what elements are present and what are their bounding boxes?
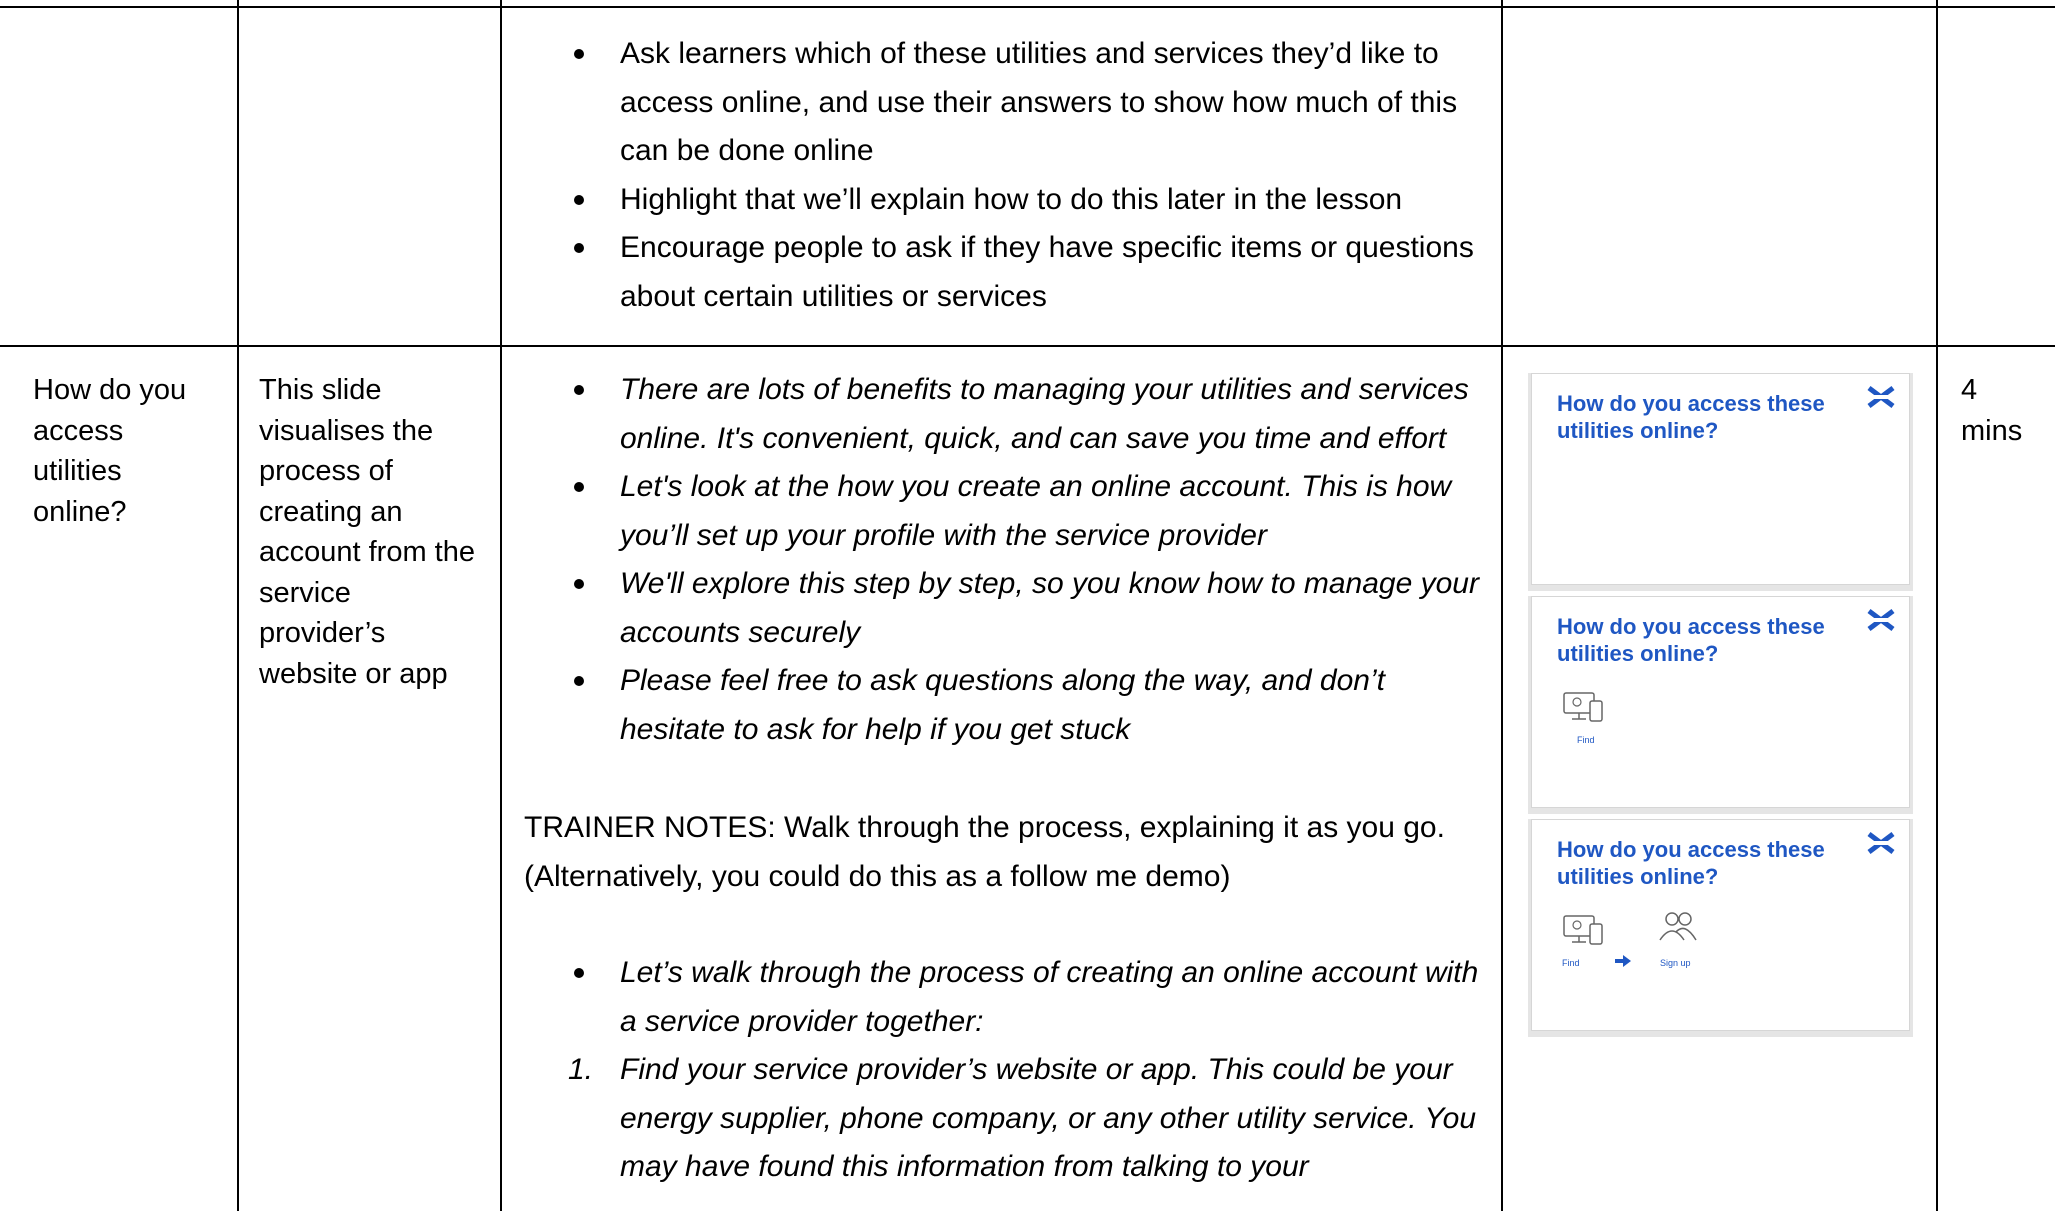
- people-icon: [1659, 912, 1697, 941]
- list-item: Encourage people to ask if they have spe…: [574, 224, 1480, 321]
- step-number: 1.: [568, 1053, 594, 1086]
- table-top-border: [0, 6, 2055, 8]
- bullet-icon: [574, 482, 584, 492]
- list-item: Let's look at the how you create an onli…: [574, 463, 1490, 560]
- slide-thumbnail-1: How do you access these utilities online…: [1531, 373, 1910, 585]
- duration-cell: 4 mins: [1961, 374, 2023, 447]
- list-item: Highlight that we’ll explain how to do t…: [574, 176, 1480, 225]
- topic-cell: How do you access utilities online?: [33, 374, 187, 528]
- halifax-logo: [1867, 832, 1895, 854]
- halifax-logo: [1867, 609, 1895, 631]
- slide-thumbnail-3: How do you access these utilities online…: [1531, 819, 1910, 1031]
- slide-title: How do you access these utilities online…: [1557, 614, 1825, 666]
- description-cell: This slide visualises the process of cre…: [259, 374, 475, 690]
- list-item: 1. Find your service provider’s website o…: [568, 1046, 1480, 1192]
- list-item: Please feel free to ask questions along …: [574, 657, 1490, 754]
- bullet-icon: [574, 49, 584, 59]
- column-divider: [237, 0, 239, 1211]
- step-caption-find: Find: [1577, 735, 1595, 745]
- trainer-notes: TRAINER NOTES: Walk through the process,…: [524, 811, 1445, 893]
- bullet-icon: [574, 243, 584, 253]
- step-caption-find: Find: [1562, 958, 1580, 968]
- computer-search-icon: [1563, 692, 1603, 722]
- row1-bullet-list: Ask learners which of these utilities an…: [574, 30, 1480, 321]
- list-item: There are lots of benefits to managing y…: [574, 366, 1490, 463]
- list-item: Let’s walk through the process of creati…: [574, 949, 1480, 1046]
- slide-title: How do you access these utilities online…: [1557, 391, 1825, 443]
- bullet-icon: [574, 968, 584, 978]
- walkthrough-list: Let’s walk through the process of creati…: [568, 949, 1480, 1192]
- bullet-icon: [574, 676, 584, 686]
- bullet-icon: [574, 385, 584, 395]
- slide-thumbnail-2: How do you access these utilities online…: [1531, 596, 1910, 808]
- halifax-logo: [1867, 386, 1895, 408]
- list-item: We'll explore this step by step, so you …: [574, 560, 1490, 657]
- computer-search-icon: [1563, 915, 1603, 945]
- column-divider: [500, 0, 502, 1211]
- slide-title: How do you access these utilities online…: [1557, 837, 1825, 889]
- column-divider: [1501, 0, 1503, 1211]
- script-bullet-list: There are lots of benefits to managing y…: [574, 366, 1490, 754]
- list-item: Ask learners which of these utilities an…: [574, 30, 1480, 176]
- lesson-plan-table: Ask learners which of these utilities an…: [0, 0, 2055, 1211]
- bullet-icon: [574, 579, 584, 589]
- column-divider: [1936, 0, 1938, 1211]
- bullet-icon: [574, 194, 584, 205]
- arrow-right-icon: [1615, 955, 1631, 967]
- row-divider: [0, 345, 2055, 347]
- step-caption-sign-up: Sign up: [1660, 958, 1691, 968]
